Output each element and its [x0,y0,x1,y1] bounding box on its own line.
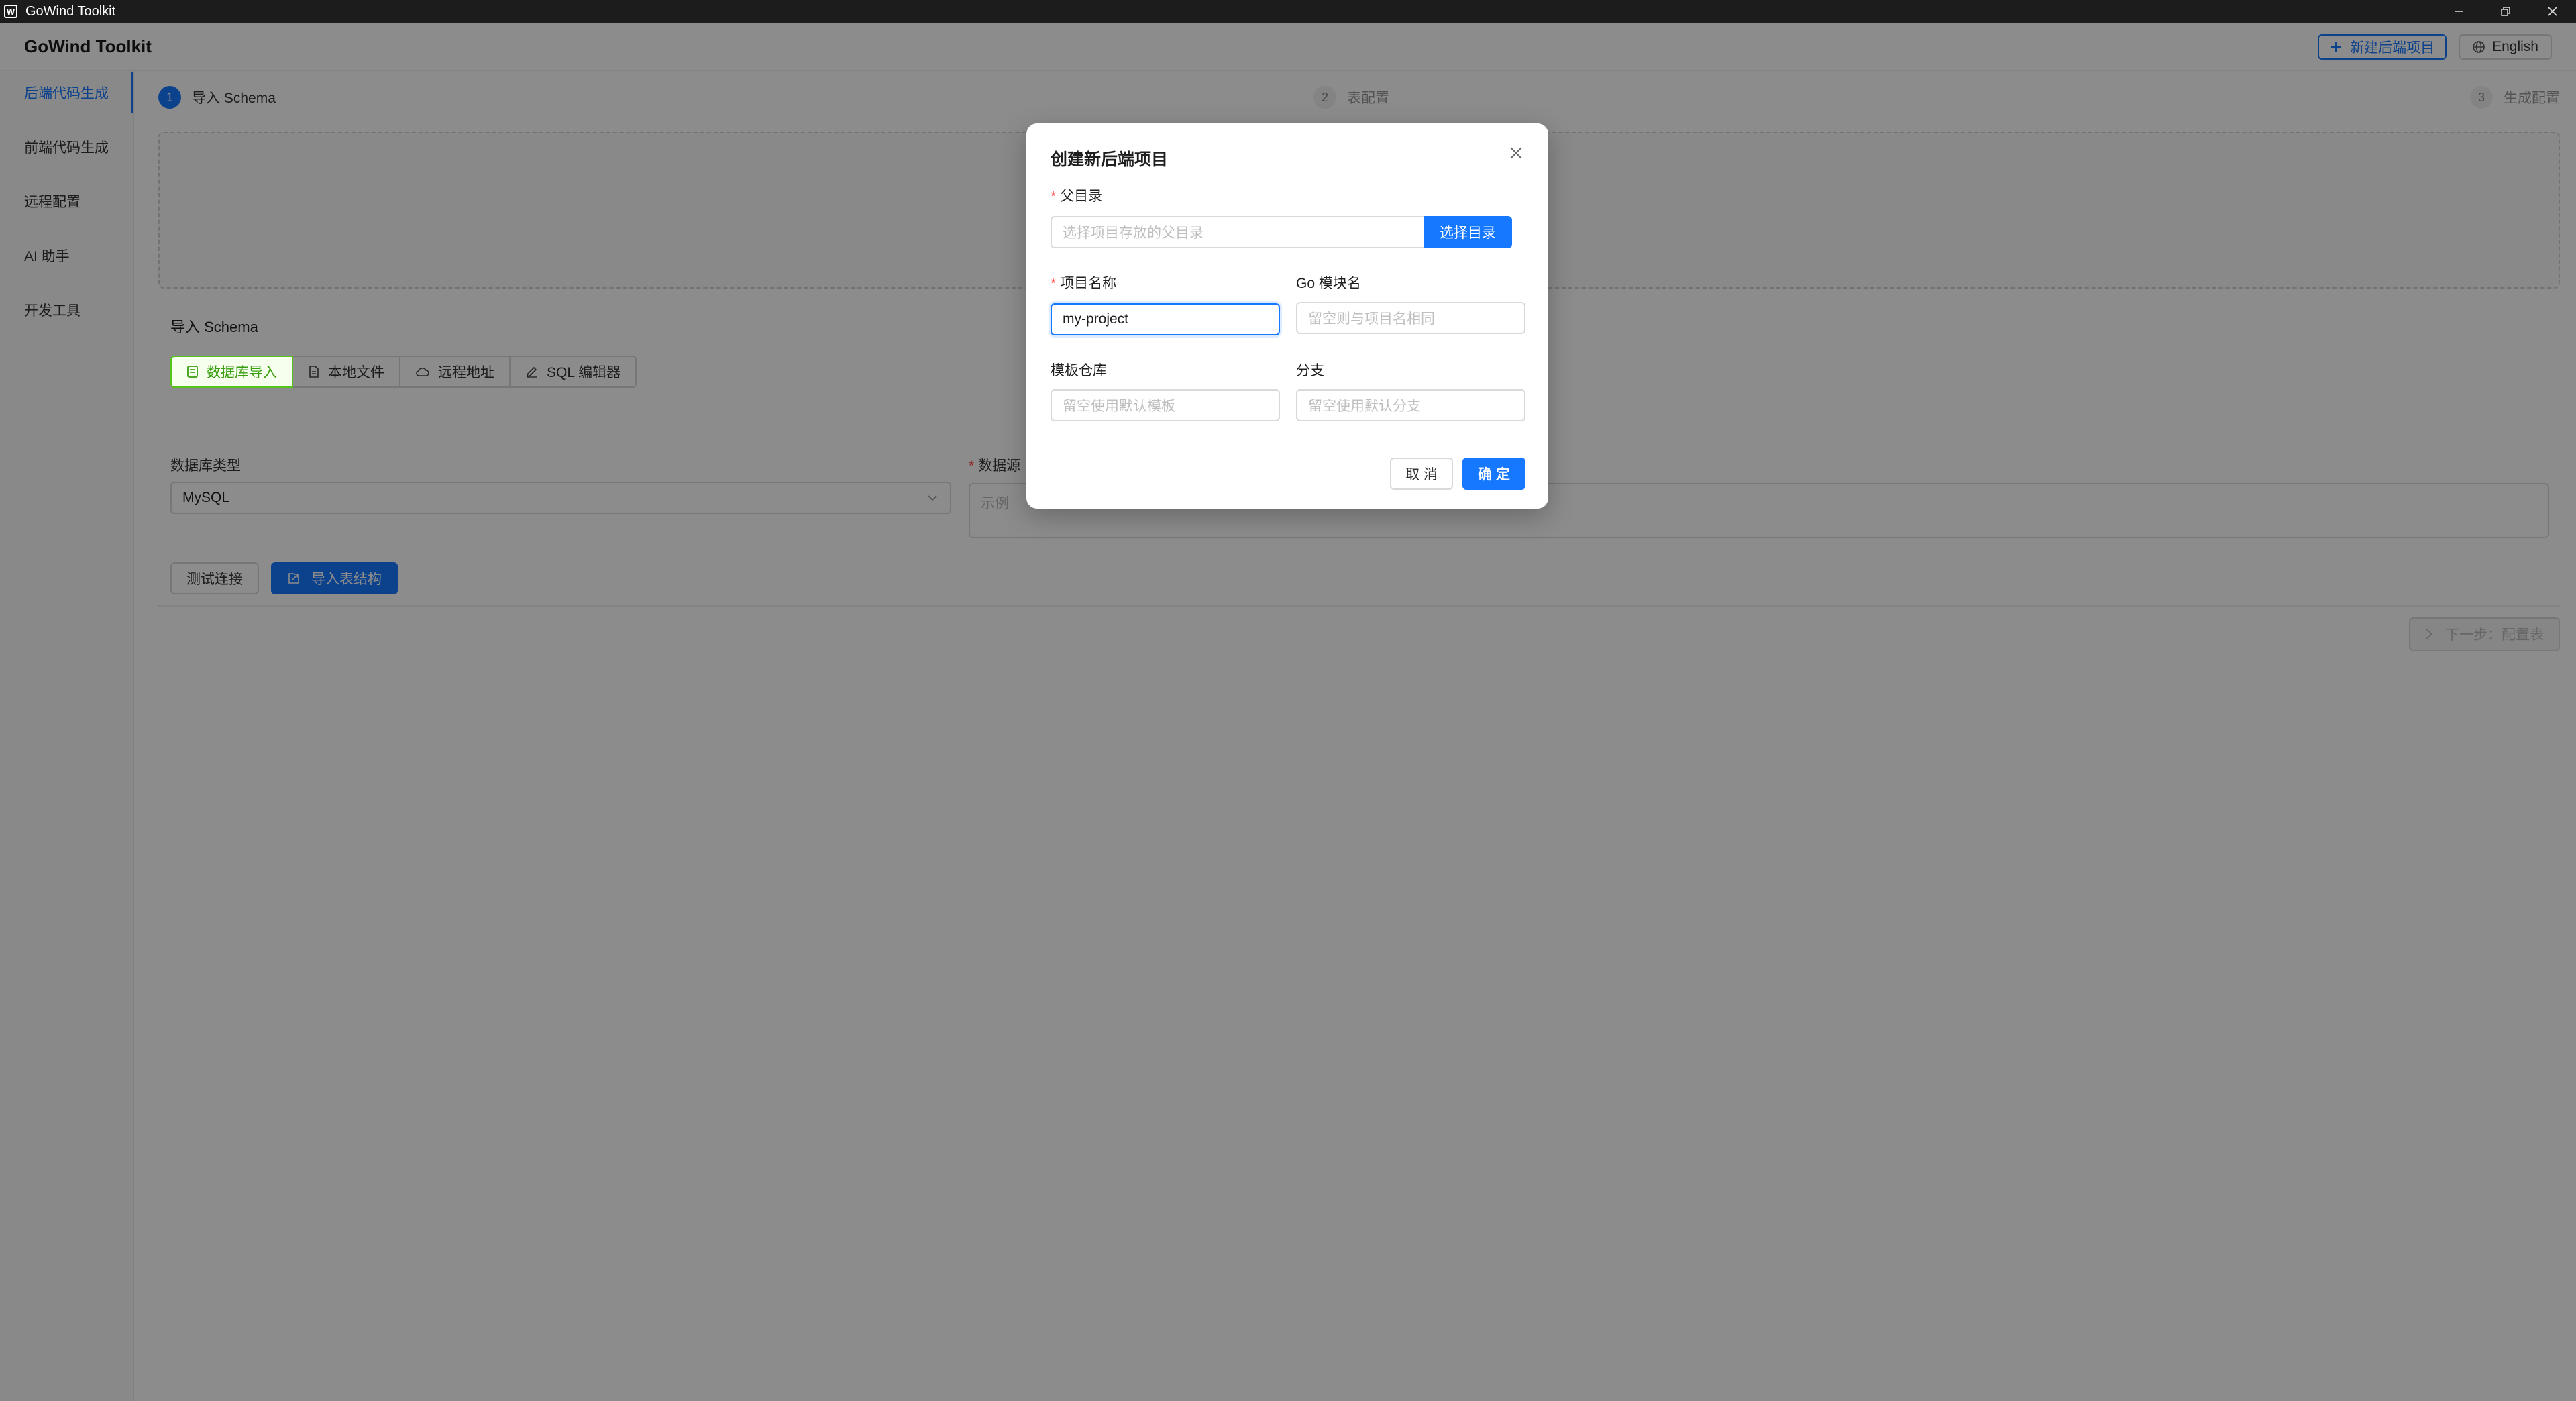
required-mark: * [1051,276,1057,291]
tab-database-import[interactable]: 数据库导入 [170,356,293,388]
database-icon [187,366,198,378]
parent-dir-label-text: 父目录 [1060,189,1103,204]
branch-input[interactable]: 留空使用默认分支 [1296,389,1525,421]
close-window-icon[interactable] [2529,0,2576,23]
window-titlebar: W GoWind Toolkit [0,0,2576,23]
window-title: GoWind Toolkit [25,3,116,19]
project-name-label-text: 项目名称 [1060,276,1117,291]
window-controls [2435,0,2576,23]
parent-dir-placeholder: 选择项目存放的父目录 [1063,225,1203,241]
close-icon[interactable] [1504,141,1528,165]
project-name-label: * 项目名称 [1051,272,1116,293]
dialog-title: 创建新后端项目 [1051,150,1169,169]
tab-label: 数据库导入 [207,365,277,380]
confirm-button[interactable]: 确 定 [1462,458,1525,490]
go-module-label: Go 模块名 [1296,276,1361,291]
restore-icon[interactable] [2482,0,2529,23]
choose-directory-button[interactable]: 选择目录 [1424,216,1512,248]
required-mark: * [1051,189,1057,204]
template-repo-placeholder: 留空使用默认模板 [1063,399,1175,414]
create-backend-project-dialog: 创建新后端项目 * 父目录 选择项目存放的父目录 选择目录 * 项目名称 my-pr… [1026,123,1548,509]
cancel-button[interactable]: 取 消 [1390,458,1453,490]
go-module-input[interactable]: 留空则与项目名相同 [1296,302,1525,334]
template-repo-label: 模板仓库 [1051,363,1107,378]
template-repo-input[interactable]: 留空使用默认模板 [1051,389,1280,421]
minimize-icon[interactable] [2435,0,2482,23]
parent-dir-label: * 父目录 [1051,185,1102,205]
parent-dir-input[interactable]: 选择项目存放的父目录 [1051,216,1426,248]
branch-placeholder: 留空使用默认分支 [1308,399,1421,414]
app-logo-icon: W [4,5,17,18]
go-module-placeholder: 留空则与项目名相同 [1308,311,1435,327]
project-name-value: my-project [1063,311,1129,327]
project-name-input[interactable]: my-project [1051,303,1280,335]
branch-label: 分支 [1296,363,1324,378]
